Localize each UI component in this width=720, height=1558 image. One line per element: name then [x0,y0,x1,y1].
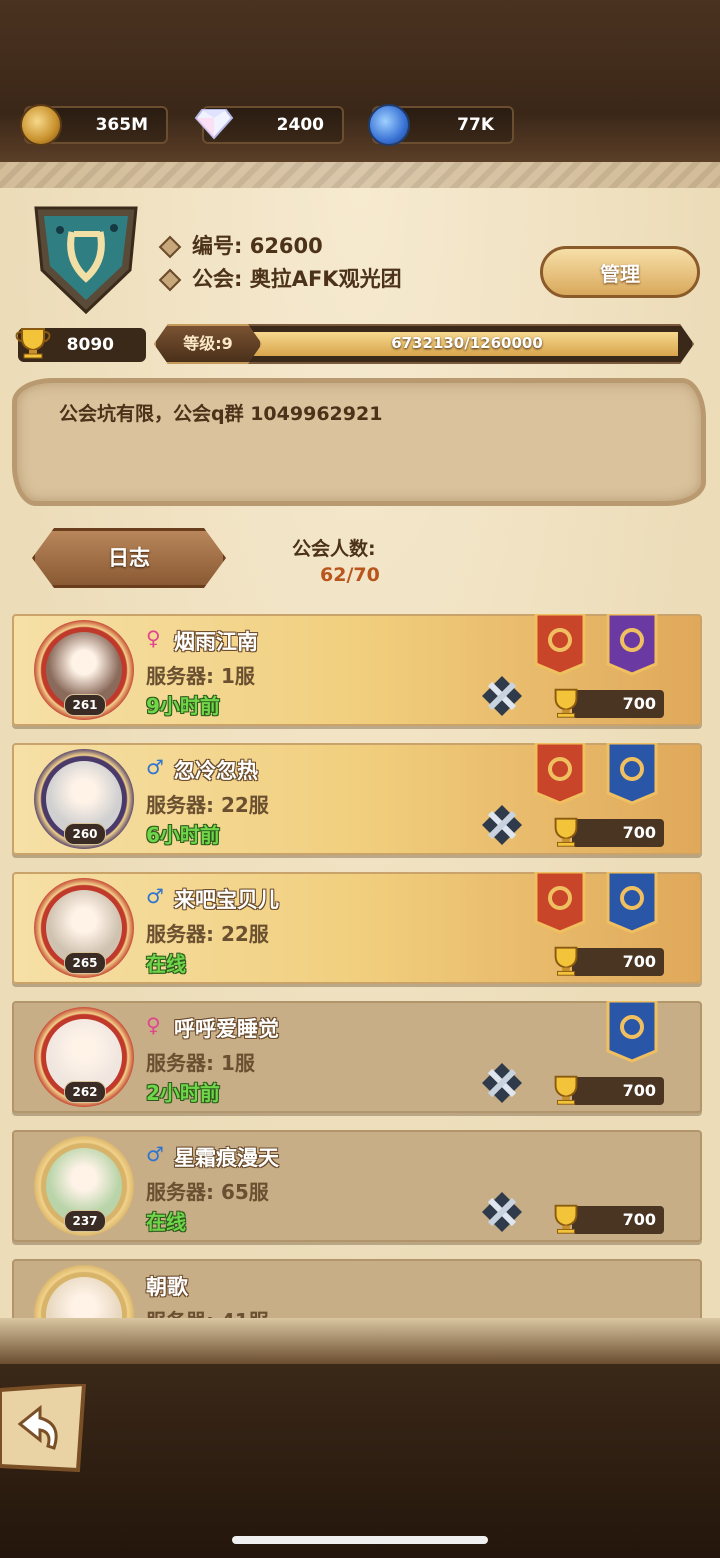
member-last-online: 在线 [146,952,186,976]
member-trophy-count: 700 [572,1206,664,1234]
player-level-badge: 261 [64,694,106,716]
member-trophy-count: 700 [572,1077,664,1105]
gold-counter[interactable]: 365M [20,104,168,146]
panel-bottom-border [0,1318,720,1364]
gold-coin-icon [20,104,62,146]
guild-name: 公会: 奥拉AFK观光团 [158,263,402,293]
member-last-online: 6小时前 [146,823,220,847]
female-icon: ♀ [146,1013,161,1037]
purple-crown-banner-icon[interactable] [604,614,660,676]
member-card[interactable]: 262 ♀ 呼呼爱睡觉服务器: 1服 2小时前 700 [12,1001,702,1113]
log-button[interactable]: 日志 [32,528,226,588]
avatar-photo [46,1277,122,1318]
avatar[interactable]: 237 [34,1136,134,1236]
member-server: 服务器: 41服 [146,1305,269,1318]
member-name: 朝歌 [146,1275,188,1299]
member-server: 服务器: 22服 [146,793,269,817]
member-server: 服务器: 1服 [146,1051,255,1075]
member-card[interactable]: 237 ♂ 星霜痕漫天服务器: 65服 在线 700 [12,1130,702,1242]
guild-exp-text: 6732130/1260000 [391,334,543,352]
members-count: 62/70 [320,564,380,586]
member-trophy-count: 700 [572,819,664,847]
trophy-icon [554,1204,578,1234]
male-icon: ♂ [146,884,164,908]
guild-id: 编号: 62600 [158,230,323,260]
bottom-bar [0,1364,720,1558]
diamond-counter[interactable]: 2400 [194,106,344,144]
member-name: 星霜痕漫天 [174,1146,279,1170]
back-button[interactable] [0,1384,88,1474]
red-fist-banner-icon[interactable] [532,743,588,805]
member-list[interactable]: 261 ♀ 烟雨江南服务器: 1服 9小时前 700 260 ♂ 忽冷忽热服务器: 22服 6小… [0,612,720,1318]
guild-notice-board: 公会坑有限，公会q群 1049962921 [12,378,706,506]
member-card[interactable]: 265 ♂ 来吧宝贝儿服务器: 22服 在线 700 [12,872,702,984]
crossed-swords-icon [482,805,522,845]
crossed-swords-icon [482,676,522,716]
trophy-icon [554,817,578,847]
member-card[interactable]: 260 ♂ 忽冷忽热服务器: 22服 6小时前 700 [12,743,702,855]
hero-essence-icon [368,104,410,146]
avatar[interactable]: 260 [34,749,134,849]
member-server: 服务器: 65服 [146,1180,269,1204]
player-level-badge: 262 [64,1081,106,1103]
avatar[interactable]: 261 [34,620,134,720]
trophy-icon [554,688,578,718]
member-card[interactable]: 朝歌服务器: 41服 [12,1259,702,1318]
member-name: 烟雨江南 [174,630,258,654]
guild-level-tag: 等级:9 [154,324,262,364]
male-icon: ♂ [146,755,164,779]
essence-value: 77K [457,115,494,135]
manage-button[interactable]: 管理 [540,246,700,298]
member-name: 忽冷忽热 [174,759,258,783]
male-icon: ♂ [146,1142,164,1166]
blue-key-banner-icon[interactable] [604,743,660,805]
crossed-swords-icon [482,1192,522,1232]
member-card[interactable]: 261 ♀ 烟雨江南服务器: 1服 9小时前 700 [12,614,702,726]
home-indicator[interactable] [232,1536,488,1544]
trophy-icon [15,328,51,359]
guild-notice-text: 公会坑有限，公会q群 1049962921 [59,403,383,425]
gold-value: 365M [95,115,148,135]
member-trophy-count: 700 [572,690,664,718]
female-icon: ♀ [146,626,161,650]
essence-counter[interactable]: 77K [368,104,514,146]
player-level-badge: 265 [64,952,106,974]
player-level-badge: 237 [64,1210,106,1232]
member-trophy-count: 700 [572,948,664,976]
bullet-icon [158,268,182,292]
crossed-swords-icon [482,1063,522,1103]
member-last-online: 2小时前 [146,1081,220,1105]
members-label: 公会人数: [292,538,376,560]
blue-key-banner-icon[interactable] [604,1001,660,1063]
guild-crest-icon [34,206,138,315]
blue-key-banner-icon[interactable] [604,872,660,934]
red-fist-banner-icon[interactable] [532,872,588,934]
member-server: 服务器: 22服 [146,922,269,946]
diamond-value: 2400 [276,115,324,135]
trophy-icon [554,1075,578,1105]
red-fist-banner-icon[interactable] [532,614,588,676]
avatar[interactable]: 262 [34,1007,134,1107]
member-server: 服务器: 1服 [146,664,255,688]
avatar[interactable]: 265 [34,878,134,978]
member-last-online: 9小时前 [146,694,220,718]
trophy-icon [554,946,578,976]
member-name: 来吧宝贝儿 [174,888,279,912]
member-name: 呼呼爱睡觉 [174,1017,279,1041]
diamond-icon [194,104,234,142]
player-level-badge: 260 [64,823,106,845]
avatar[interactable] [34,1265,134,1318]
bullet-icon [158,235,182,259]
panel-border-decoration [0,162,720,188]
member-last-online: 在线 [146,1210,186,1234]
